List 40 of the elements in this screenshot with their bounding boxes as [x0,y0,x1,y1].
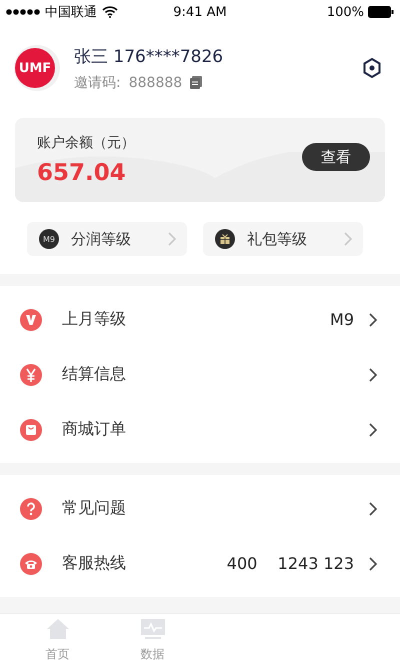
copy-icon[interactable] [190,76,202,89]
chevron-icon [368,312,378,328]
level-badge: M9 [39,229,59,249]
gift-icon [215,229,235,249]
chevron-icon [167,231,177,247]
carrier-name: 中国联通 [45,4,97,21]
wifi-icon [102,6,118,18]
battery-icon [368,6,394,18]
battery-percent: 100% [326,4,364,20]
level-button[interactable]: M9 分润等级 [27,222,187,256]
menu-value: 400 1243 123 [226,554,354,573]
user-name: 张三 176****7826 [74,46,224,68]
settings-icon[interactable] [362,57,382,79]
level-button[interactable]: 礼包等级 [203,222,363,256]
chevron-icon [368,556,378,572]
menu-row[interactable]: 结算信息 [0,347,400,402]
invite-code: 888888 [128,74,182,90]
monitor-icon [140,618,166,640]
menu-row[interactable]: 常见问题 [0,481,400,536]
signal-icon [6,9,40,15]
chevron-icon [368,422,378,438]
avatar: UMF [14,45,60,91]
yen-icon [20,364,42,386]
menu-row[interactable]: 上月等级 M9 [0,292,400,347]
view-button[interactable]: 查看 [302,143,370,171]
chevron-icon [368,366,378,382]
home-icon [46,618,70,640]
bag-icon [20,418,42,440]
chevron-icon [368,500,378,516]
chevron-icon [343,231,353,247]
invite-label: 邀请码: [74,74,121,92]
menu-row[interactable]: 商城订单 [0,402,400,457]
clock: 9:41 AM [173,4,227,20]
v-icon [20,308,42,330]
balance-amount: 657.04 [37,160,127,186]
question-icon [20,498,42,520]
menu-value: M9 [330,310,354,329]
phone-icon [20,552,42,574]
menu-row[interactable]: 客服热线 400 1243 123 [0,536,400,591]
balance-label: 账户余额（元） [37,134,136,152]
